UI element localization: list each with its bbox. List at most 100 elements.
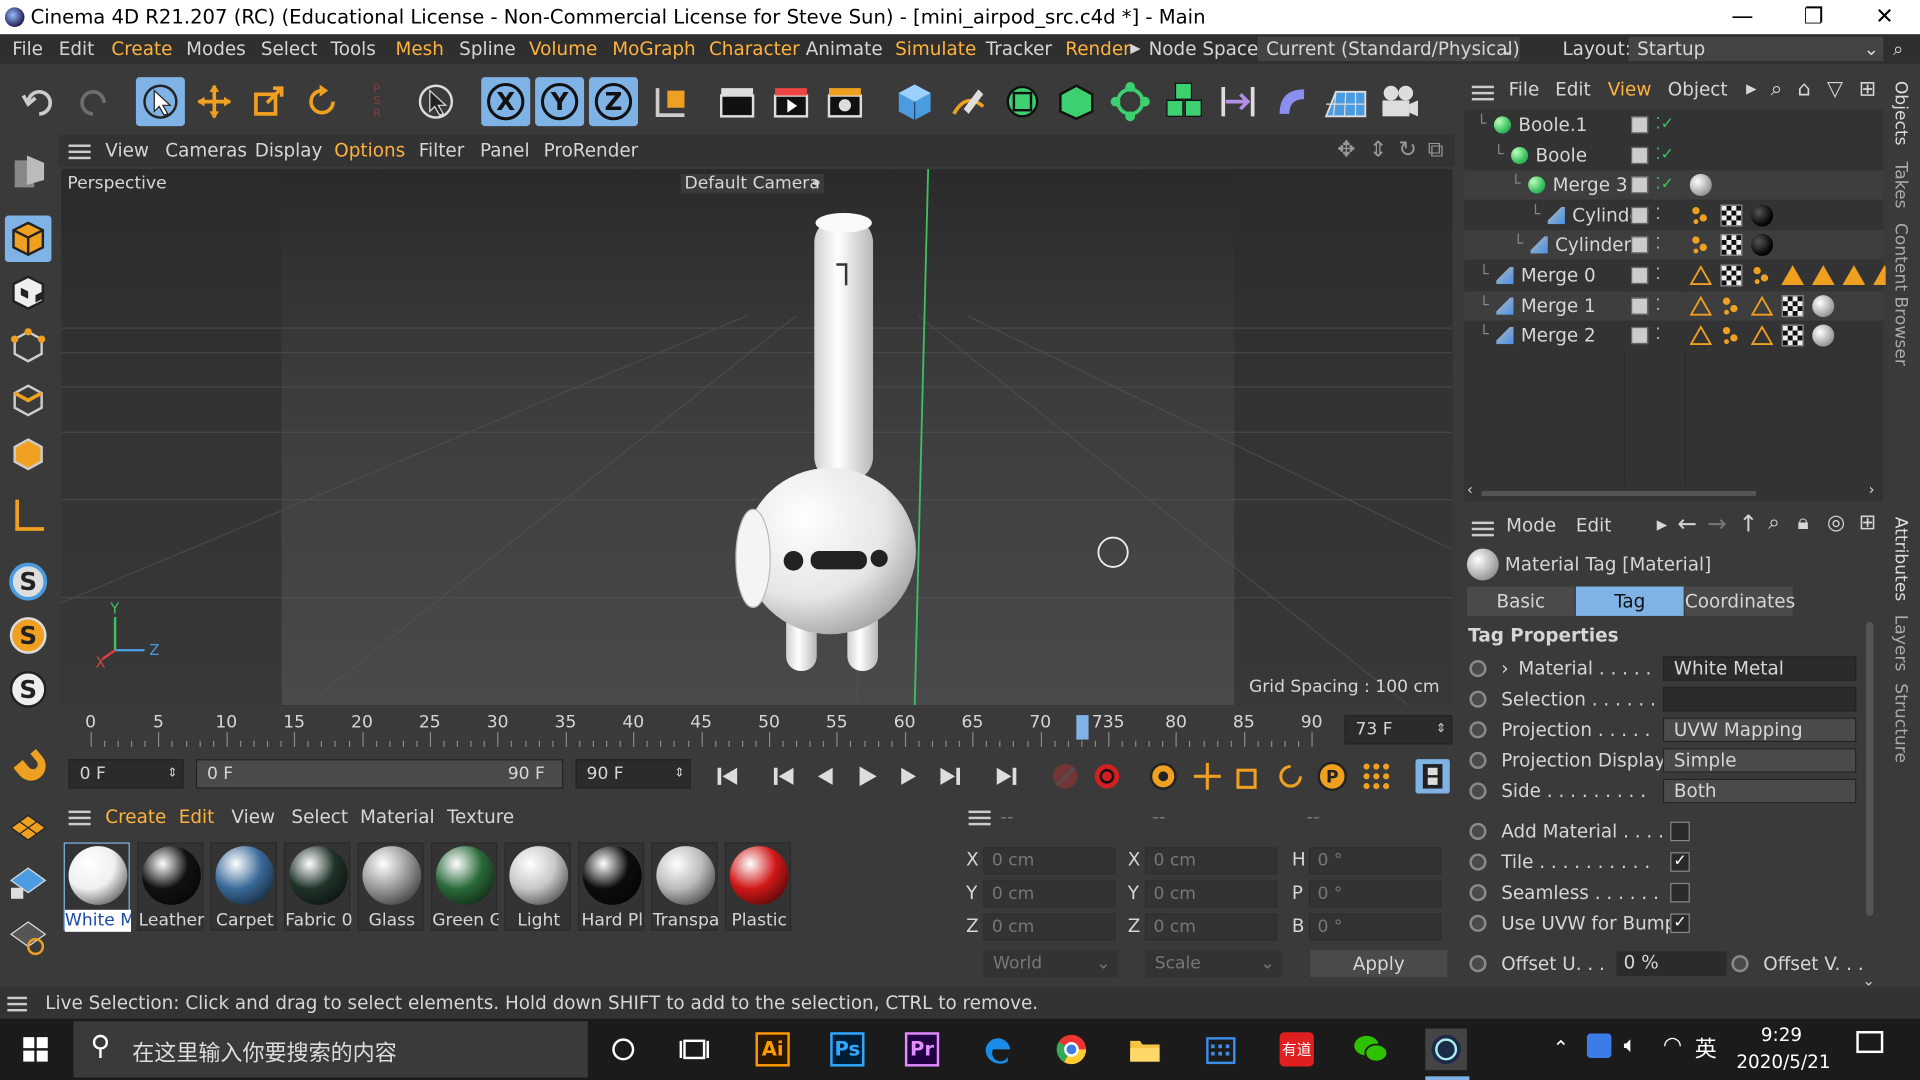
timeline-ruler[interactable]: 0 5 10 15 20 25 30 35 40 45 50 55 60 65 70 735 80 85 90 73… <box>58 707 1458 755</box>
vp-menu-display[interactable]: Display <box>255 135 323 167</box>
live-selection-button[interactable] <box>135 77 185 127</box>
render-settings-button[interactable] <box>820 77 869 126</box>
key-rotation-button[interactable] <box>1273 759 1307 793</box>
object-menu-icon[interactable] <box>1471 85 1494 89</box>
menu-select[interactable]: Select <box>261 34 318 63</box>
key-position-button[interactable] <box>1190 759 1224 793</box>
polygon-selection-tag-icon[interactable] <box>1689 295 1713 317</box>
coord-value-field[interactable]: 0 cm <box>983 913 1116 941</box>
menu-render[interactable]: Render <box>1065 34 1130 63</box>
coord-value-field[interactable]: 0 ° <box>1308 847 1442 875</box>
cortana-button[interactable] <box>602 1029 644 1071</box>
deformer-button[interactable] <box>1160 77 1209 126</box>
make-editable-button[interactable] <box>5 147 52 194</box>
vp-menu-options[interactable]: Options <box>334 135 405 167</box>
visibility-toggle-icon[interactable]: ⁚ <box>1656 201 1661 230</box>
close-button[interactable]: ✕ <box>1849 0 1920 34</box>
mat-menu-edit[interactable]: Edit <box>179 806 215 828</box>
coord-value-field[interactable]: 0 cm <box>983 847 1116 875</box>
scroll-left-icon[interactable]: ‹ <box>1467 481 1473 498</box>
material-swatch[interactable]: Glass <box>357 842 424 931</box>
coord-space-dropdown[interactable]: World ⌄ <box>983 950 1118 978</box>
attr-menu-icon[interactable] <box>1471 521 1494 525</box>
texture-mode-button[interactable] <box>5 269 52 316</box>
next-key-button[interactable] <box>933 759 967 793</box>
menu-simulate[interactable]: Simulate <box>895 34 976 63</box>
material-tag-icon[interactable] <box>1812 294 1835 317</box>
expand-chevron-icon[interactable]: › <box>1501 654 1508 683</box>
layer-edit-icon[interactable] <box>1631 116 1649 134</box>
play-button[interactable] <box>850 759 884 793</box>
visibility-toggle-icon[interactable]: ⁚ <box>1656 291 1661 320</box>
illustrator-app[interactable]: Ai <box>752 1029 794 1071</box>
undo-button[interactable] <box>15 77 64 126</box>
attr-value-field[interactable] <box>1662 686 1857 712</box>
camera-icon[interactable]: ⚭ <box>811 175 822 191</box>
polygon-selection-tag-icon[interactable] <box>1750 295 1774 317</box>
attr-checkbox[interactable] <box>1670 882 1690 903</box>
menu-mesh[interactable]: Mesh <box>396 34 444 63</box>
search-icon[interactable]: ⌕ <box>1771 77 1783 101</box>
vp-rotate-icon[interactable]: ↻ <box>1398 135 1416 167</box>
object-name[interactable]: Merge 2 <box>1521 321 1596 350</box>
model-mode-button[interactable] <box>4 215 52 263</box>
calendar-app[interactable] <box>1200 1029 1242 1071</box>
snap-s2-button[interactable]: S <box>5 612 52 659</box>
current-frame-field[interactable]: 73 F ⇕ <box>1344 715 1453 745</box>
forward-arrow-icon[interactable]: → <box>1707 511 1726 538</box>
object-name[interactable]: Merge 1 <box>1521 291 1596 320</box>
selection-tag-icon[interactable] <box>1720 295 1742 317</box>
attr-checkbox[interactable]: ✓ <box>1670 852 1690 872</box>
polygons-mode-button[interactable] <box>5 431 52 478</box>
coordinate-system-button[interactable] <box>647 77 696 126</box>
object-row[interactable]: └ Boole.1 ⁚✓ <box>1464 110 1884 140</box>
axis-mode-button[interactable] <box>5 492 52 539</box>
material-swatch[interactable]: White M <box>63 842 132 932</box>
material-tag-icon[interactable] <box>1689 174 1712 197</box>
polygon-selection-tag-icon[interactable] <box>1689 264 1713 286</box>
edges-mode-button[interactable] <box>5 377 52 424</box>
menu-mograph[interactable]: MoGraph <box>612 34 695 63</box>
task-view-button[interactable] <box>673 1029 715 1071</box>
new-panel-icon[interactable]: ⊞ <box>1859 77 1876 101</box>
y-axis-lock-button[interactable]: Y <box>535 77 585 127</box>
material-swatch[interactable]: Leather <box>137 842 204 931</box>
tab-objects[interactable]: Objects <box>1891 81 1911 146</box>
vp-move-icon[interactable]: ✥ <box>1337 135 1355 167</box>
clock-date[interactable]: 2020/5/21 <box>1736 1051 1830 1073</box>
coord-mode-dropdown[interactable]: Scale ⌄ <box>1144 950 1283 978</box>
menu-character[interactable]: Character <box>709 34 800 63</box>
minimize-button[interactable]: — <box>1707 0 1778 34</box>
vp-zoom-icon[interactable]: ⇕ <box>1369 135 1387 167</box>
mograph-cloner-button[interactable] <box>1106 77 1155 126</box>
visibility-toggle-icon[interactable]: ⁚ <box>1656 321 1661 350</box>
next-frame-button[interactable] <box>891 759 925 793</box>
tab-structure[interactable]: Structure <box>1891 683 1911 763</box>
menu-edit[interactable]: Edit <box>59 34 95 63</box>
taskbar-search-box[interactable]: ⚲ 在这里输入你要搜索的内容 <box>73 1021 588 1078</box>
filter-icon[interactable]: ▽ <box>1827 77 1843 101</box>
coord-value-field[interactable]: 0 cm <box>1144 880 1278 908</box>
tab-tag[interactable]: Tag <box>1575 586 1684 616</box>
apply-button[interactable]: Apply <box>1310 950 1448 978</box>
premiere-app[interactable]: Pr <box>901 1029 943 1071</box>
menu-more-icon[interactable]: ▶ <box>1130 34 1140 63</box>
coord-value-field[interactable]: 0 ° <box>1308 880 1442 908</box>
pen-spline-button[interactable] <box>944 77 993 126</box>
back-arrow-icon[interactable]: ← <box>1678 511 1697 538</box>
extrude-button[interactable] <box>1052 77 1101 126</box>
coord-value-field[interactable]: 0 ° <box>1308 913 1442 941</box>
material-swatch[interactable]: Plastic <box>724 842 792 931</box>
object-name[interactable]: Boole <box>1536 140 1587 169</box>
youdao-app[interactable]: 有道 <box>1276 1029 1318 1071</box>
vp-menu-panel[interactable]: Panel <box>480 135 530 167</box>
previous-key-button[interactable] <box>767 759 801 793</box>
selection-tag-icon[interactable] <box>1690 234 1712 256</box>
recent-tools-button[interactable] <box>411 77 460 126</box>
vp-maximize-icon[interactable]: ⧉ <box>1428 135 1444 167</box>
search-icon[interactable]: ⌕ <box>1768 511 1780 535</box>
obj-menu-more-icon[interactable]: ▶ <box>1746 81 1756 97</box>
attr-value-field[interactable]: UVW Mapping <box>1662 717 1857 743</box>
texture-tag-icon[interactable] <box>1720 264 1743 287</box>
attr-menu-edit[interactable]: Edit <box>1576 514 1612 536</box>
